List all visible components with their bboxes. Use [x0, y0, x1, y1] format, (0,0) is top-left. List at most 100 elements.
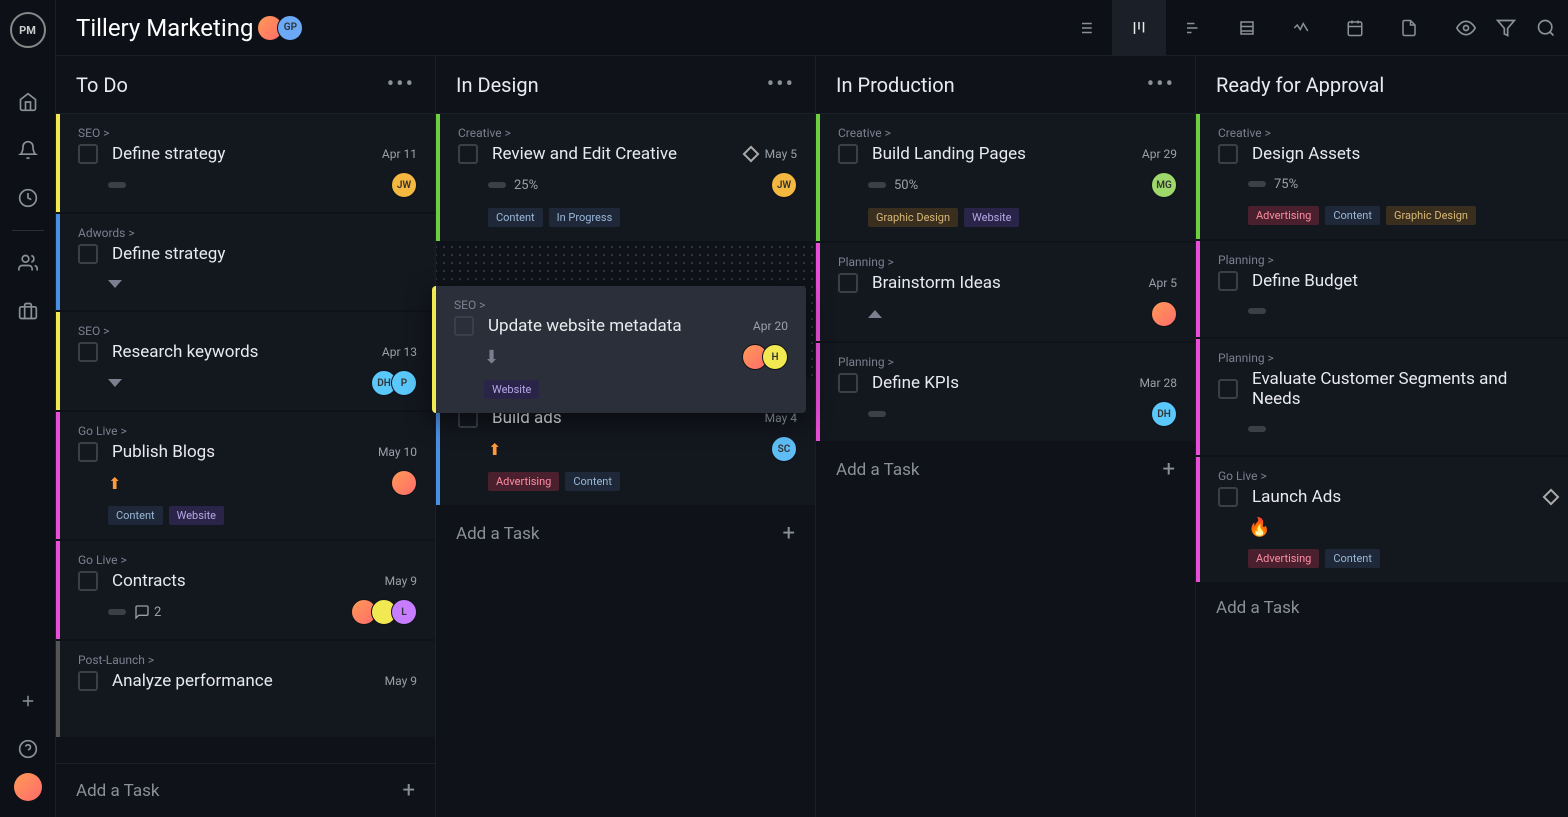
- user-avatar[interactable]: [14, 773, 42, 801]
- assignees[interactable]: JW: [771, 172, 797, 198]
- priority-low-icon: [108, 280, 122, 288]
- assignees[interactable]: MG: [1151, 172, 1177, 198]
- task-checkbox[interactable]: [838, 373, 858, 393]
- app-logo[interactable]: PM: [10, 12, 46, 48]
- task-card[interactable]: Post-Launch >Analyze performanceMay 9: [56, 641, 435, 737]
- column-title: To Do: [76, 73, 128, 97]
- assignees[interactable]: H: [742, 344, 788, 370]
- task-checkbox[interactable]: [78, 571, 98, 591]
- column-menu-icon[interactable]: •••: [387, 72, 415, 97]
- task-card[interactable]: Creative >Review and Edit CreativeMay 52…: [436, 114, 815, 241]
- assignees[interactable]: JW: [391, 172, 417, 198]
- card-date: May 9: [385, 574, 417, 588]
- card-date: May 9: [385, 674, 417, 688]
- home-icon[interactable]: [0, 78, 56, 126]
- add-icon[interactable]: [0, 677, 56, 725]
- list-view-icon[interactable]: [1058, 0, 1112, 56]
- task-checkbox[interactable]: [458, 144, 478, 164]
- progress-text: 75%: [1274, 177, 1298, 192]
- board-column: Ready for ApprovalCreative >Design Asset…: [1196, 56, 1568, 817]
- task-checkbox[interactable]: [78, 342, 98, 362]
- sheet-view-icon[interactable]: [1220, 0, 1274, 56]
- dashboard-view-icon[interactable]: [1274, 0, 1328, 56]
- task-checkbox[interactable]: [78, 442, 98, 462]
- notifications-icon[interactable]: [0, 126, 56, 174]
- card-tags: AdvertisingContent: [1248, 549, 1557, 568]
- column-header: To Do •••: [56, 56, 435, 114]
- task-checkbox[interactable]: [78, 144, 98, 164]
- comments-icon[interactable]: 2: [134, 604, 161, 620]
- add-task-button[interactable]: Add a Task+: [56, 764, 435, 817]
- task-card[interactable]: Planning >Define Budget: [1196, 241, 1568, 337]
- task-card[interactable]: Planning >Define KPIsMar 28DH: [816, 343, 1195, 441]
- task-checkbox[interactable]: [78, 244, 98, 264]
- card-tags: Website: [484, 380, 788, 399]
- kanban-board: To Do ••• SEO >Define strategyApr 11JWAdwo…: [56, 56, 1568, 817]
- add-task-button[interactable]: Add a Task: [1196, 584, 1568, 632]
- card-breadcrumb: Planning >: [838, 355, 1177, 369]
- card-breadcrumb: Planning >: [1218, 253, 1557, 267]
- task-card[interactable]: SEO >Define strategyApr 11JW: [56, 114, 435, 212]
- files-view-icon[interactable]: [1382, 0, 1436, 56]
- card-title: Evaluate Customer Segments and Needs: [1252, 369, 1557, 409]
- task-card[interactable]: Planning >Brainstorm IdeasApr 5: [816, 243, 1195, 341]
- task-checkbox[interactable]: [1218, 144, 1238, 164]
- progress-bar-icon: [488, 182, 506, 188]
- priority-critical-icon: 🔥: [1248, 517, 1270, 538]
- filter-icon[interactable]: [1496, 18, 1516, 38]
- task-checkbox[interactable]: [78, 671, 98, 691]
- task-card[interactable]: Planning >Evaluate Customer Segments and…: [1196, 339, 1568, 455]
- tag: In Progress: [549, 208, 621, 227]
- card-title: Define strategy: [112, 244, 417, 264]
- task-card[interactable]: Creative >Build Landing PagesApr 2950%MG…: [816, 114, 1195, 241]
- dragging-card[interactable]: SEO >Update website metadataApr 20⬇HWebs…: [432, 286, 806, 413]
- help-icon[interactable]: [0, 725, 56, 773]
- avatar: MG: [1151, 172, 1177, 198]
- assignees[interactable]: [391, 470, 417, 496]
- avatar: SC: [771, 436, 797, 462]
- column-header: In Production•••: [816, 56, 1195, 114]
- plus-icon: +: [1163, 457, 1175, 482]
- search-icon[interactable]: [1536, 18, 1556, 38]
- progress-bar-icon: [868, 182, 886, 188]
- task-checkbox[interactable]: [838, 144, 858, 164]
- task-checkbox[interactable]: [1218, 487, 1238, 507]
- assignees[interactable]: [1151, 301, 1177, 327]
- column-header: In Design•••: [436, 56, 815, 114]
- tag: Graphic Design: [868, 208, 958, 227]
- team-icon[interactable]: [0, 239, 56, 287]
- task-checkbox[interactable]: [1218, 271, 1238, 291]
- assignees[interactable]: L: [351, 599, 417, 625]
- gantt-view-icon[interactable]: [1166, 0, 1220, 56]
- task-card[interactable]: Go Live >ContractsMay 92L: [56, 541, 435, 639]
- column-menu-icon[interactable]: •••: [1147, 72, 1175, 97]
- card-date: May 10: [378, 445, 417, 459]
- calendar-view-icon[interactable]: [1328, 0, 1382, 56]
- task-card[interactable]: Adwords >Define strategy: [56, 214, 435, 310]
- progress-bar-icon: [1248, 308, 1266, 314]
- progress-bar-icon: [108, 182, 126, 188]
- task-card[interactable]: Creative >Design Assets75%AdvertisingCon…: [1196, 114, 1568, 239]
- task-checkbox[interactable]: [838, 273, 858, 293]
- avatar: DH: [1151, 401, 1177, 427]
- assignees[interactable]: SC: [771, 436, 797, 462]
- add-task-button[interactable]: Add a Task+: [816, 443, 1195, 496]
- plus-icon: +: [783, 521, 795, 546]
- assignees[interactable]: DH: [1151, 401, 1177, 427]
- card-title: Brainstorm Ideas: [872, 273, 1141, 293]
- assignees[interactable]: DHP: [371, 370, 417, 396]
- task-checkbox[interactable]: [454, 316, 474, 336]
- briefcase-icon[interactable]: [0, 287, 56, 335]
- task-card[interactable]: SEO >Research keywordsApr 13DHP: [56, 312, 435, 410]
- visibility-icon[interactable]: [1456, 18, 1476, 38]
- avatar: [1151, 301, 1177, 327]
- task-card[interactable]: Go Live >Launch Ads🔥AdvertisingContent: [1196, 457, 1568, 582]
- project-members[interactable]: GP: [265, 15, 303, 41]
- column-menu-icon[interactable]: •••: [767, 72, 795, 97]
- card-title: Build Landing Pages: [872, 144, 1134, 164]
- task-checkbox[interactable]: [1218, 379, 1238, 399]
- recent-icon[interactable]: [0, 174, 56, 222]
- add-task-button[interactable]: Add a Task+: [436, 507, 815, 560]
- board-view-icon[interactable]: [1112, 0, 1166, 56]
- task-card[interactable]: Go Live >Publish BlogsMay 10⬆ContentWebs…: [56, 412, 435, 539]
